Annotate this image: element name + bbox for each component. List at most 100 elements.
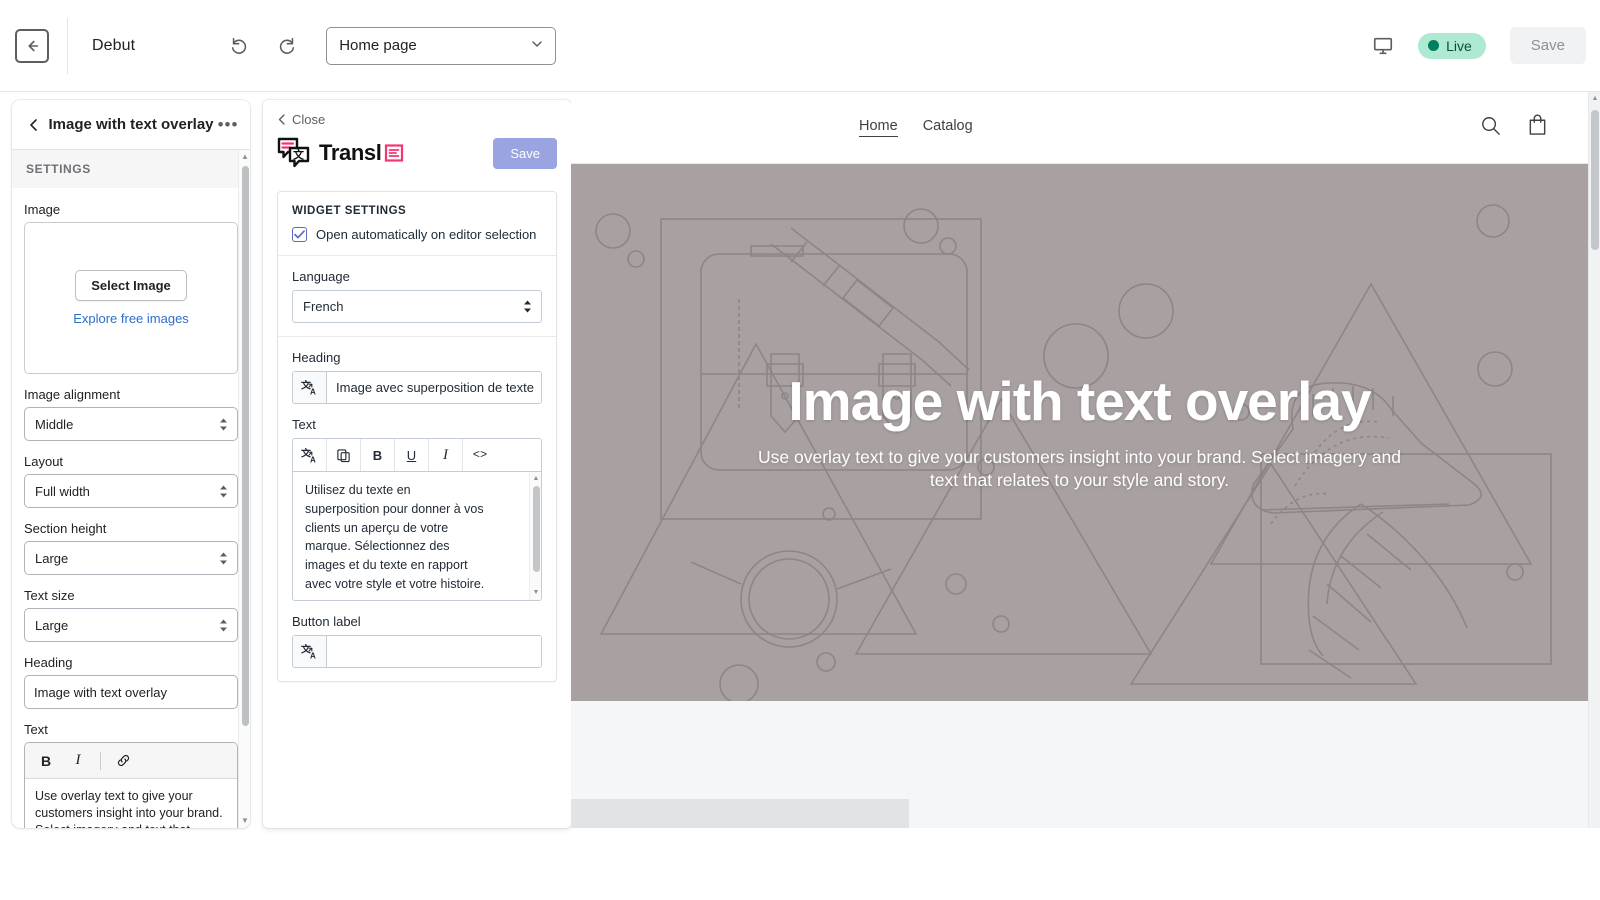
widget-settings-title: WIDGET SETTINGS bbox=[292, 205, 542, 217]
text-size-select[interactable]: Large bbox=[24, 608, 238, 642]
speech-bubbles-icon: 文 bbox=[277, 137, 315, 169]
translated-text-body[interactable]: Utilisez du texte en superposition pour … bbox=[293, 472, 541, 600]
svg-text:A: A bbox=[310, 455, 316, 463]
heading-group: Heading Image with text overlay bbox=[24, 655, 238, 709]
transle-settings-card: WIDGET SETTINGS Open automatically on ed… bbox=[277, 191, 557, 682]
check-icon bbox=[294, 230, 305, 239]
preview-scroll-thumb[interactable] bbox=[1591, 110, 1599, 250]
text-rte-value[interactable]: Use overlay text to give your customers … bbox=[25, 779, 237, 828]
chevron-down-icon bbox=[531, 37, 543, 54]
below-hero-block bbox=[571, 799, 909, 828]
ellipsis-icon[interactable]: ••• bbox=[216, 120, 240, 130]
translated-text-scroll-thumb[interactable] bbox=[533, 486, 540, 572]
page-selector[interactable]: Home page bbox=[326, 27, 556, 65]
translated-heading-value[interactable]: Image avec superposition de texte bbox=[327, 372, 541, 403]
transle-save-button[interactable]: Save bbox=[493, 138, 557, 169]
status-badge-live[interactable]: Live bbox=[1418, 33, 1486, 59]
bold-button[interactable]: B bbox=[361, 439, 395, 471]
search-icon[interactable] bbox=[1480, 115, 1501, 141]
storefront-header: Home Catalog bbox=[571, 92, 1588, 164]
copy-icon[interactable] bbox=[327, 439, 361, 471]
hero-paragraph: Use overlay text to give your customers … bbox=[750, 446, 1410, 492]
redo-icon[interactable] bbox=[271, 31, 301, 61]
stepper-icon bbox=[219, 552, 228, 565]
panel-header: 文 Transl Save bbox=[277, 137, 557, 169]
scroll-up-arrow-icon[interactable]: ▲ bbox=[1591, 95, 1599, 102]
open-automatically-checkbox[interactable] bbox=[292, 227, 307, 242]
undo-icon[interactable] bbox=[225, 31, 255, 61]
translate-icon[interactable]: 文 A bbox=[293, 636, 327, 667]
translated-button-label-value[interactable] bbox=[327, 636, 541, 667]
text-label: Text bbox=[24, 722, 238, 737]
image-alignment-select[interactable]: Middle bbox=[24, 407, 238, 441]
page-selector-value: Home page bbox=[339, 37, 417, 54]
image-alignment-value: Middle bbox=[35, 417, 73, 432]
code-button[interactable]: <> bbox=[463, 439, 497, 471]
rte-toolbar: B I bbox=[25, 743, 237, 779]
transle-widget-panel: Close 文 Transl Save WIDGET SETTINGS bbox=[263, 100, 571, 828]
chevron-left-icon[interactable] bbox=[22, 118, 46, 132]
svg-text:A: A bbox=[310, 652, 316, 660]
heading-value: Image with text overlay bbox=[34, 685, 167, 700]
translated-text-value: Utilisez du texte en superposition pour … bbox=[305, 481, 487, 594]
language-select[interactable]: French bbox=[292, 290, 542, 323]
select-image-button[interactable]: Select Image bbox=[75, 270, 187, 301]
page-title: Image with text overlay bbox=[46, 116, 216, 133]
stepper-icon bbox=[219, 418, 228, 431]
text-size-label: Text size bbox=[24, 588, 238, 603]
text-rich-editor[interactable]: B I Use overlay text to give your custom… bbox=[24, 742, 238, 828]
scroll-down-arrow-icon[interactable]: ▼ bbox=[532, 588, 540, 599]
link-icon[interactable] bbox=[108, 747, 138, 775]
image-field-group: Image Select Image Explore free images bbox=[24, 202, 238, 374]
italic-button[interactable]: I bbox=[63, 747, 93, 775]
theme-preview-frame: Home Catalog bbox=[571, 92, 1588, 828]
underline-button[interactable]: U bbox=[395, 439, 429, 471]
scroll-up-arrow-icon[interactable]: ▲ bbox=[241, 153, 249, 161]
preview-scrollbar[interactable]: ▲ bbox=[1588, 92, 1600, 828]
exit-arrow-glyph bbox=[23, 37, 41, 55]
italic-button[interactable]: I bbox=[429, 439, 463, 471]
language-label: Language bbox=[292, 269, 542, 284]
svg-text:A: A bbox=[310, 388, 316, 396]
nav-link-catalog[interactable]: Catalog bbox=[923, 118, 973, 137]
desktop-icon[interactable] bbox=[1372, 35, 1394, 57]
live-label: Live bbox=[1446, 38, 1472, 54]
nav-link-home[interactable]: Home bbox=[859, 118, 898, 137]
translated-heading-field[interactable]: 文 A Image avec superposition de texte bbox=[292, 371, 542, 404]
theme-name: Debut bbox=[92, 37, 135, 55]
sidebar-scrollbar[interactable]: ▲ ▼ bbox=[238, 150, 250, 828]
open-automatically-row[interactable]: Open automatically on editor selection bbox=[292, 227, 542, 242]
close-panel-button[interactable]: Close bbox=[277, 112, 557, 127]
sidebar-scroll-thumb[interactable] bbox=[242, 166, 249, 726]
translated-text-editor[interactable]: 文 A B U I <> bbox=[292, 438, 542, 601]
brand-mark-icon bbox=[384, 143, 404, 163]
exit-icon[interactable] bbox=[15, 29, 49, 63]
bold-button[interactable]: B bbox=[31, 747, 61, 775]
section-height-select[interactable]: Large bbox=[24, 541, 238, 575]
explore-free-images-link[interactable]: Explore free images bbox=[73, 311, 189, 326]
translated-button-label-field[interactable]: 文 A bbox=[292, 635, 542, 668]
hero-heading: Image with text overlay bbox=[750, 373, 1410, 431]
brand-wordmark: Transl bbox=[319, 140, 381, 166]
translate-icon[interactable]: 文 A bbox=[293, 439, 327, 471]
close-label: Close bbox=[292, 112, 325, 127]
storefront-header-icons bbox=[1480, 114, 1548, 141]
image-dropzone[interactable]: Select Image Explore free images bbox=[24, 222, 238, 374]
scroll-up-arrow-icon[interactable]: ▲ bbox=[532, 474, 540, 485]
language-section: Language French bbox=[278, 256, 556, 337]
layout-select[interactable]: Full width bbox=[24, 474, 238, 508]
settings-section-label: SETTINGS bbox=[12, 150, 250, 188]
stepper-icon bbox=[219, 485, 228, 498]
save-button[interactable]: Save bbox=[1510, 27, 1586, 64]
cart-icon[interactable] bbox=[1527, 114, 1548, 141]
section-settings-sidebar: Image with text overlay ••• SETTINGS Ima… bbox=[12, 100, 250, 828]
toolbar-divider bbox=[67, 18, 68, 74]
scroll-down-arrow-icon[interactable]: ▼ bbox=[241, 817, 249, 825]
heading-input[interactable]: Image with text overlay bbox=[24, 675, 238, 709]
image-alignment-label: Image alignment bbox=[24, 387, 238, 402]
translate-glyph: 文 A bbox=[300, 447, 319, 464]
translated-text-scrollbar[interactable]: ▲ ▼ bbox=[529, 472, 541, 600]
translate-icon[interactable]: 文 A bbox=[293, 372, 327, 403]
below-hero-section bbox=[571, 701, 1588, 828]
hero-image-with-text-overlay: Image with text overlay Use overlay text… bbox=[571, 164, 1588, 701]
